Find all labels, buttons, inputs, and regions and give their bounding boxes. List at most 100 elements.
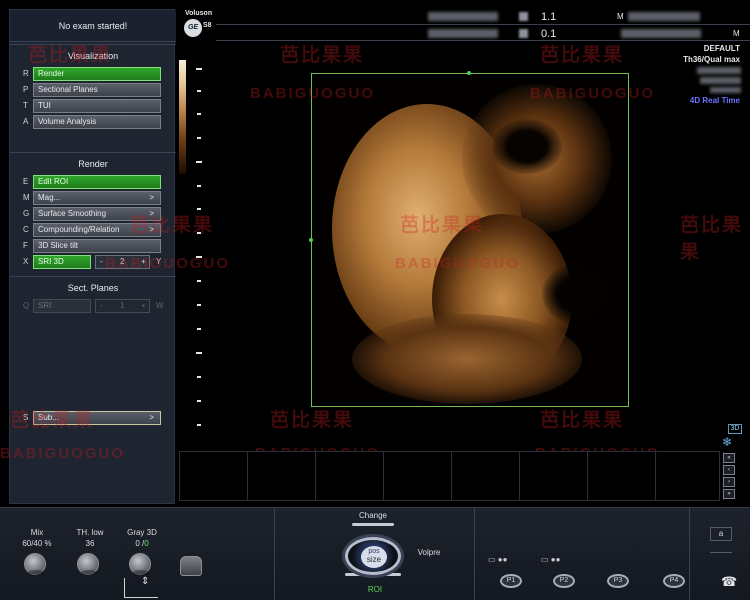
mix-knob[interactable] xyxy=(24,553,46,575)
depth-tick xyxy=(197,90,201,92)
mix-value: 60/40 % xyxy=(22,539,52,548)
render-title: Render xyxy=(78,159,108,169)
trackball[interactable]: pos size xyxy=(345,537,401,575)
th-low-label: TH. low xyxy=(76,528,104,537)
stepper-minus[interactable]: - xyxy=(100,257,103,266)
watermark-en: BABIGUOGUO xyxy=(0,445,125,462)
row-tui: T TUI xyxy=(10,99,176,113)
prev-page-icon[interactable]: ‹ xyxy=(723,465,735,475)
row-slice-tilt: F 3D Slice tilt xyxy=(10,239,176,253)
button-label: Mag... xyxy=(38,193,61,202)
header-divider xyxy=(216,24,750,25)
render-shadow xyxy=(492,119,562,174)
key-label: E xyxy=(23,177,29,186)
roi-handle-top[interactable] xyxy=(467,71,471,75)
trackball-size-label: size xyxy=(366,555,382,564)
stepper-value: 1 xyxy=(120,301,125,310)
key-label: G xyxy=(23,209,30,218)
mode-label: 4D Real Time xyxy=(689,96,740,105)
key-label: Q xyxy=(23,301,30,310)
p3-button[interactable]: P3 xyxy=(607,574,629,588)
last-page-icon[interactable]: » xyxy=(723,489,735,499)
depth-tick xyxy=(197,137,201,139)
model-name: S8 xyxy=(203,22,212,29)
render-shadow xyxy=(542,264,612,324)
key-label: F xyxy=(23,241,28,250)
sri-3d-button[interactable]: SRI 3D xyxy=(33,255,91,269)
cine-cell[interactable] xyxy=(316,452,384,500)
render-button[interactable]: Render xyxy=(33,67,161,81)
row-sectional-planes: P Sectional Planes xyxy=(10,83,176,97)
slice-tilt-button[interactable]: 3D Slice tilt xyxy=(33,239,161,253)
brand-name: Voluson xyxy=(185,10,213,17)
watermark-en: BABIGUOGUO xyxy=(395,255,520,272)
print-icon: ▭ ●● xyxy=(488,555,508,564)
cine-cell[interactable] xyxy=(180,452,248,500)
roi-handle-left[interactable] xyxy=(309,238,313,242)
th-low-value: 36 xyxy=(85,539,95,548)
stepper-plus[interactable]: + xyxy=(141,301,146,310)
key-label: C xyxy=(23,225,29,234)
gray-3d-value: 0 /0 xyxy=(122,539,162,548)
next-page-icon[interactable]: › xyxy=(723,477,735,487)
trackball-pos-label: pos xyxy=(368,548,380,555)
cine-cell[interactable] xyxy=(248,452,316,500)
cine-strip[interactable] xyxy=(179,451,724,501)
depth-tick xyxy=(197,280,201,282)
watermark-cn: 芭比果果 xyxy=(270,410,355,431)
sectional-planes-button[interactable]: Sectional Planes xyxy=(33,83,161,97)
tui-button[interactable]: TUI xyxy=(33,99,161,113)
volume-analysis-button[interactable]: Volume Analysis xyxy=(33,115,161,129)
gray-3d-value-a: 0 / xyxy=(135,539,145,548)
depth-tick xyxy=(197,113,201,115)
redacted-field xyxy=(428,29,498,38)
rotate-arrow-icon: ⇕ xyxy=(141,576,150,587)
first-page-icon[interactable]: « xyxy=(723,453,735,463)
render-volume xyxy=(352,314,582,404)
paddle-switch[interactable] xyxy=(180,556,202,576)
p4-button[interactable]: P4 xyxy=(663,574,685,588)
depth-tick xyxy=(197,400,201,402)
gray-3d-value-b: 0 xyxy=(144,539,149,548)
watermark-cn: 芭比果果 xyxy=(540,45,625,66)
magicut-button[interactable]: Mag... > xyxy=(33,191,161,205)
cine-cell[interactable] xyxy=(588,452,656,500)
cine-cell[interactable] xyxy=(452,452,520,500)
watermark-cn: 芭比果果 xyxy=(680,215,744,263)
key-label: X xyxy=(23,257,29,266)
gray-3d-knob[interactable] xyxy=(129,553,151,575)
sri-stepper[interactable]: - 1 + xyxy=(95,299,150,313)
key-label: P xyxy=(23,85,29,94)
small-a-button[interactable]: a xyxy=(710,527,732,541)
th-low-knob[interactable] xyxy=(77,553,99,575)
snowflake-icon: ❄ xyxy=(722,435,733,449)
watermark-cn: 芭比果果 xyxy=(130,215,215,236)
phone-icon[interactable]: ☎ xyxy=(721,574,737,590)
key-label: R xyxy=(23,69,29,78)
cine-cell[interactable] xyxy=(656,452,724,500)
edit-roi-button[interactable]: Edit ROI xyxy=(33,175,161,189)
header-m-label: M xyxy=(733,29,740,38)
redacted-field xyxy=(628,12,700,21)
cine-cell[interactable] xyxy=(520,452,588,500)
stepper-minus[interactable]: - xyxy=(100,301,103,310)
key-label: T xyxy=(23,101,28,110)
redacted-field xyxy=(428,12,498,21)
p1-button[interactable]: P1 xyxy=(500,574,522,588)
render-view[interactable] xyxy=(311,73,629,407)
divider xyxy=(710,552,732,553)
key-label: A xyxy=(23,117,29,126)
row-render: R Render xyxy=(10,67,176,81)
header-m-label: M xyxy=(617,12,624,21)
redacted-field xyxy=(621,29,701,38)
sri-button[interactable]: SRI xyxy=(33,299,91,313)
p2-button[interactable]: P2 xyxy=(553,574,575,588)
watermark-cn: 芭比果果 xyxy=(400,215,485,236)
watermark-en: BABIGUOGUO xyxy=(250,85,375,102)
trackball-arc-top xyxy=(352,523,394,526)
key-label: M xyxy=(23,193,30,202)
cine-cell[interactable] xyxy=(384,452,452,500)
chevron-right-icon: > xyxy=(149,413,154,422)
button-label: Compounding/Relation xyxy=(38,225,120,234)
row-edit-roi: E Edit ROI xyxy=(10,175,176,189)
